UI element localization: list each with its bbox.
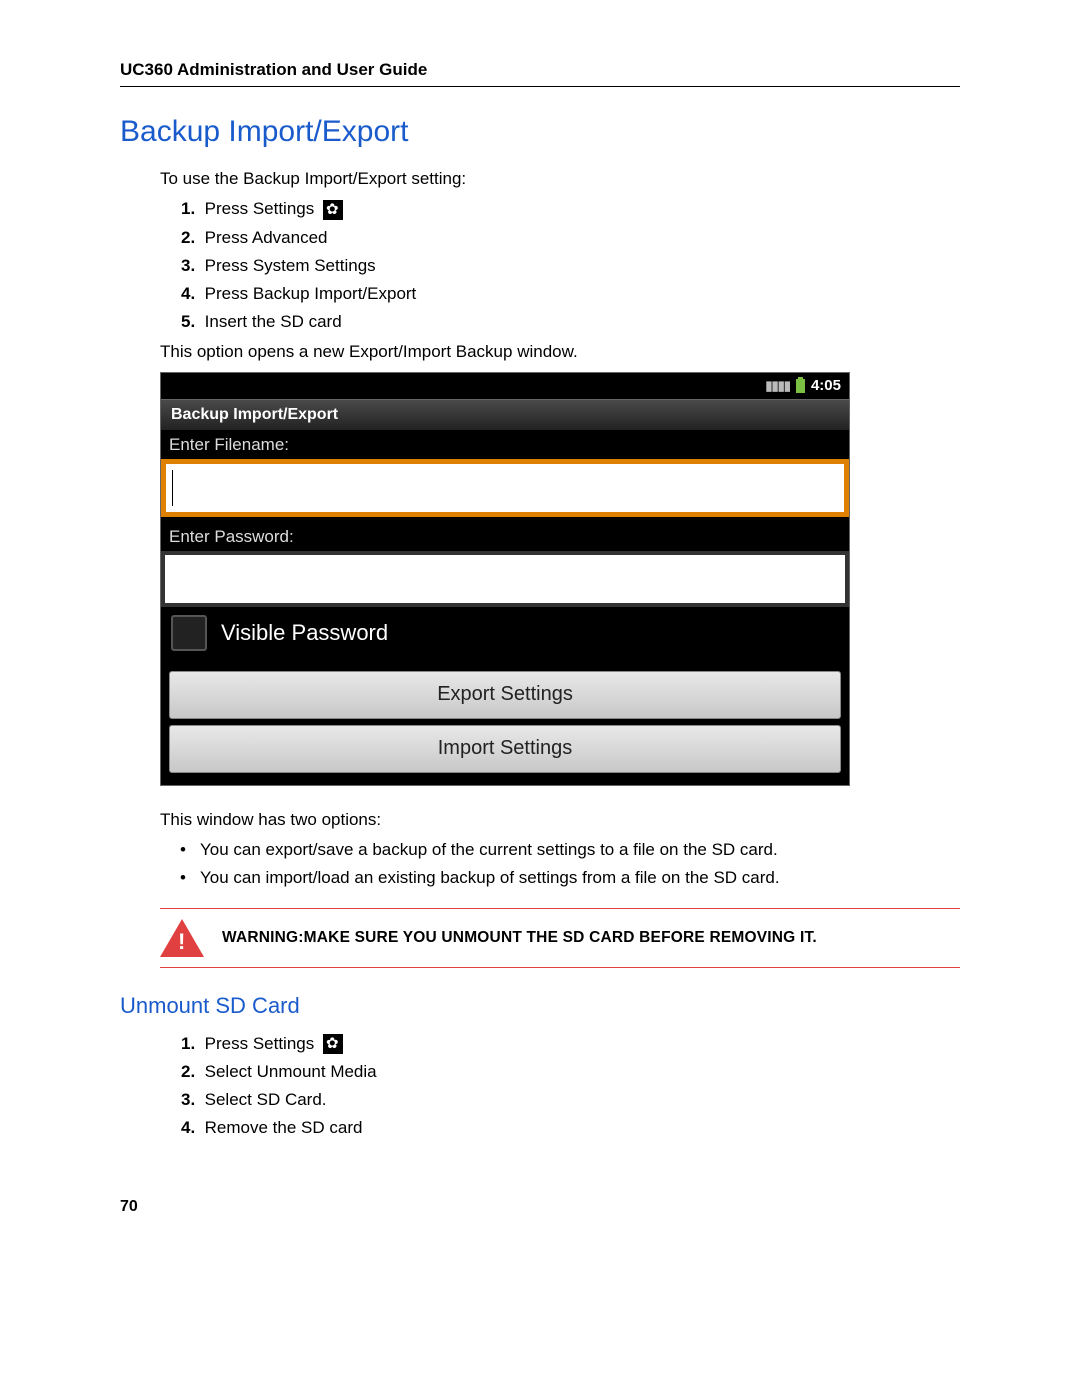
step-text: Press Settings [205, 1034, 315, 1053]
step-text: Insert the SD card [205, 312, 342, 331]
step-text: Remove the SD card [205, 1118, 363, 1137]
battery-icon [796, 379, 805, 393]
step-text: Press Advanced [205, 228, 328, 247]
step-text: Press Settings [205, 199, 315, 218]
export-settings-button[interactable]: Export Settings [169, 671, 841, 719]
status-time: 4:05 [811, 377, 841, 394]
bullet-2: You can import/load an existing backup o… [180, 868, 960, 888]
step2-4: 4. Remove the SD card [175, 1118, 960, 1138]
password-input[interactable] [161, 551, 849, 607]
settings-icon [323, 200, 343, 220]
step2-1: 1. Press Settings [175, 1034, 960, 1055]
step-5: 5. Insert the SD card [175, 312, 960, 332]
checkbox-icon[interactable] [171, 615, 207, 651]
password-label: Enter Password: [161, 523, 849, 551]
section-title-backup: Backup Import/Export [120, 115, 960, 149]
after-steps-text: This option opens a new Export/Import Ba… [160, 342, 960, 362]
step-2: 2. Press Advanced [175, 228, 960, 248]
settings-icon [323, 1034, 343, 1054]
step2-2: 2. Select Unmount Media [175, 1062, 960, 1082]
warning-text: WARNING:MAKE SURE YOU UNMOUNT THE SD CAR… [222, 929, 817, 947]
visible-password-row[interactable]: Visible Password [161, 607, 849, 665]
step2-3: 3. Select SD Card. [175, 1090, 960, 1110]
signal-icon: ▮▮▮▮ [765, 378, 790, 394]
step-1: 1. Press Settings [175, 199, 960, 220]
import-settings-button[interactable]: Import Settings [169, 725, 841, 773]
status-bar: ▮▮▮▮ 4:05 [161, 373, 849, 399]
filename-input[interactable] [161, 459, 849, 517]
options-intro: This window has two options: [160, 810, 960, 830]
page-number: 70 [120, 1198, 960, 1216]
step-3: 3. Press System Settings [175, 256, 960, 276]
bullet-1: You can export/save a backup of the curr… [180, 840, 960, 860]
filename-label: Enter Filename: [161, 431, 849, 459]
steps-list-1: 1. Press Settings 2. Press Advanced 3. P… [175, 199, 960, 332]
screen-title-bar: Backup Import/Export [161, 399, 849, 431]
embedded-screenshot: ▮▮▮▮ 4:05 Backup Import/Export Enter Fil… [160, 372, 850, 786]
options-bullets: You can export/save a backup of the curr… [180, 840, 960, 888]
step-4: 4. Press Backup Import/Export [175, 284, 960, 304]
doc-header: UC360 Administration and User Guide [120, 60, 960, 87]
warning-box: WARNING:MAKE SURE YOU UNMOUNT THE SD CAR… [160, 908, 960, 968]
step-text: Select SD Card. [205, 1090, 327, 1109]
step-text: Press System Settings [205, 256, 376, 275]
warning-icon [160, 919, 204, 957]
step-text: Press Backup Import/Export [205, 284, 417, 303]
intro-text: To use the Backup Import/Export setting: [160, 169, 960, 189]
steps-list-2: 1. Press Settings 2. Select Unmount Medi… [175, 1034, 960, 1139]
visible-password-label: Visible Password [221, 620, 388, 646]
section-title-unmount: Unmount SD Card [120, 993, 960, 1019]
step-text: Select Unmount Media [205, 1062, 377, 1081]
